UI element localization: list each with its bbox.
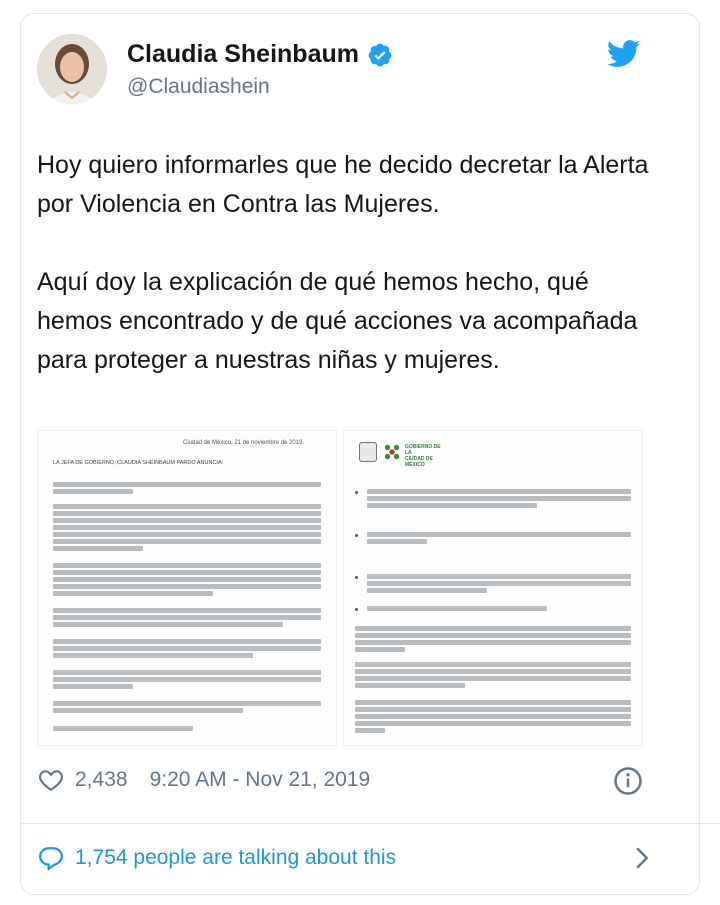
doc-text-line (355, 626, 631, 631)
doc-text-line (53, 591, 213, 596)
doc-text-line (53, 639, 321, 644)
doc-date: Ciudad de México, 21 de noviembre de 201… (183, 440, 305, 446)
doc-text-line (53, 677, 321, 682)
doc-text-line (53, 584, 321, 589)
doc-text-line (355, 728, 385, 733)
doc-text-line (53, 622, 283, 627)
doc-text-line (53, 608, 321, 613)
doc-text-line (355, 669, 631, 674)
timestamp[interactable]: 9:20 AM - Nov 21, 2019 (150, 768, 371, 792)
doc-text-line (53, 570, 321, 575)
tweet-paragraph-2: Aquí doy la explicación de qué hemos hec… (37, 268, 638, 374)
doc-text-line (355, 683, 465, 688)
doc-text-line (53, 615, 321, 620)
doc-text-line (53, 511, 321, 516)
reply-bubble-icon (39, 847, 63, 871)
doc-text-line (53, 708, 243, 713)
seal-icon (359, 442, 377, 462)
doc-text-line (53, 701, 321, 706)
doc-text-line (53, 504, 321, 509)
doc-text-line (53, 482, 321, 487)
doc-text-line (367, 489, 631, 494)
avatar[interactable] (37, 34, 107, 104)
cdmx-logo: GOBIERNO DE LA CIUDAD DE MÉXICO (359, 442, 443, 468)
doc-text-line (53, 518, 321, 523)
bullet (355, 576, 358, 579)
doc-heading: LA JEFA DE GOBIERNO, CLAUDIA SHEINBAUM P… (53, 460, 224, 466)
doc-text-line (53, 577, 321, 582)
author-handle[interactable]: @Claudiashein (127, 75, 270, 99)
doc-text-line (367, 539, 427, 544)
verified-badge-icon (368, 43, 392, 66)
doc-text-line (53, 532, 321, 537)
doc-text-line (53, 539, 321, 544)
tweet-text: Hoy quiero informarles que he decido dec… (37, 146, 657, 380)
twitter-bird-icon[interactable] (607, 40, 641, 68)
tweet-paragraph-1: Hoy quiero informarles que he decido dec… (37, 151, 649, 218)
heart-icon[interactable] (37, 767, 65, 793)
doc-text-line (355, 714, 631, 719)
doc-text-line (53, 646, 321, 651)
doc-text-line (355, 721, 631, 726)
author-name[interactable]: Claudia Sheinbaum (127, 40, 359, 69)
doc-text-line (367, 496, 631, 501)
doc-text-line (367, 532, 631, 537)
document-image-left[interactable]: Ciudad de México, 21 de noviembre de 201… (37, 430, 337, 746)
doc-text-line (355, 633, 631, 638)
doc-text-line (53, 546, 143, 551)
doc-text-line (53, 563, 321, 568)
document-image-right[interactable]: GOBIERNO DE LA CIUDAD DE MÉXICO (343, 430, 643, 746)
doc-text-line (367, 581, 631, 586)
cdmx-logo-text: GOBIERNO DE LA CIUDAD DE MÉXICO (405, 444, 441, 468)
doc-text-line (53, 726, 193, 731)
bullet (355, 491, 358, 494)
author-name-row[interactable]: Claudia Sheinbaum (127, 40, 393, 69)
doc-text-line (355, 647, 405, 652)
doc-text-line (355, 700, 631, 705)
tweet-media[interactable]: Ciudad de México, 21 de noviembre de 201… (37, 430, 643, 746)
doc-text-line (367, 588, 487, 593)
doc-text-line (355, 676, 631, 681)
doc-text-line (53, 653, 253, 658)
divider (21, 823, 720, 824)
doc-text-line (53, 489, 133, 494)
doc-text-line (355, 640, 631, 645)
info-icon[interactable] (613, 766, 643, 796)
talking-count-text[interactable]: 1,754 people are talking about this (75, 846, 396, 870)
doc-text-line (53, 684, 133, 689)
chevron-right-icon[interactable] (633, 846, 651, 870)
doc-text-line (355, 707, 631, 712)
bullet (355, 608, 358, 611)
tweet-meta: 2,438 9:20 AM - Nov 21, 2019 (37, 760, 643, 800)
doc-text-line (367, 574, 631, 579)
doc-text-line (367, 503, 537, 508)
like-count[interactable]: 2,438 (75, 768, 128, 792)
doc-text-line (355, 662, 631, 667)
conversation-link[interactable]: 1,754 people are talking about this (37, 838, 649, 878)
doc-text-line (53, 670, 321, 675)
doc-text-line (53, 525, 321, 530)
doc-text-line (367, 606, 547, 611)
bullet (355, 534, 358, 537)
cdmx-mark-icon (384, 444, 400, 460)
